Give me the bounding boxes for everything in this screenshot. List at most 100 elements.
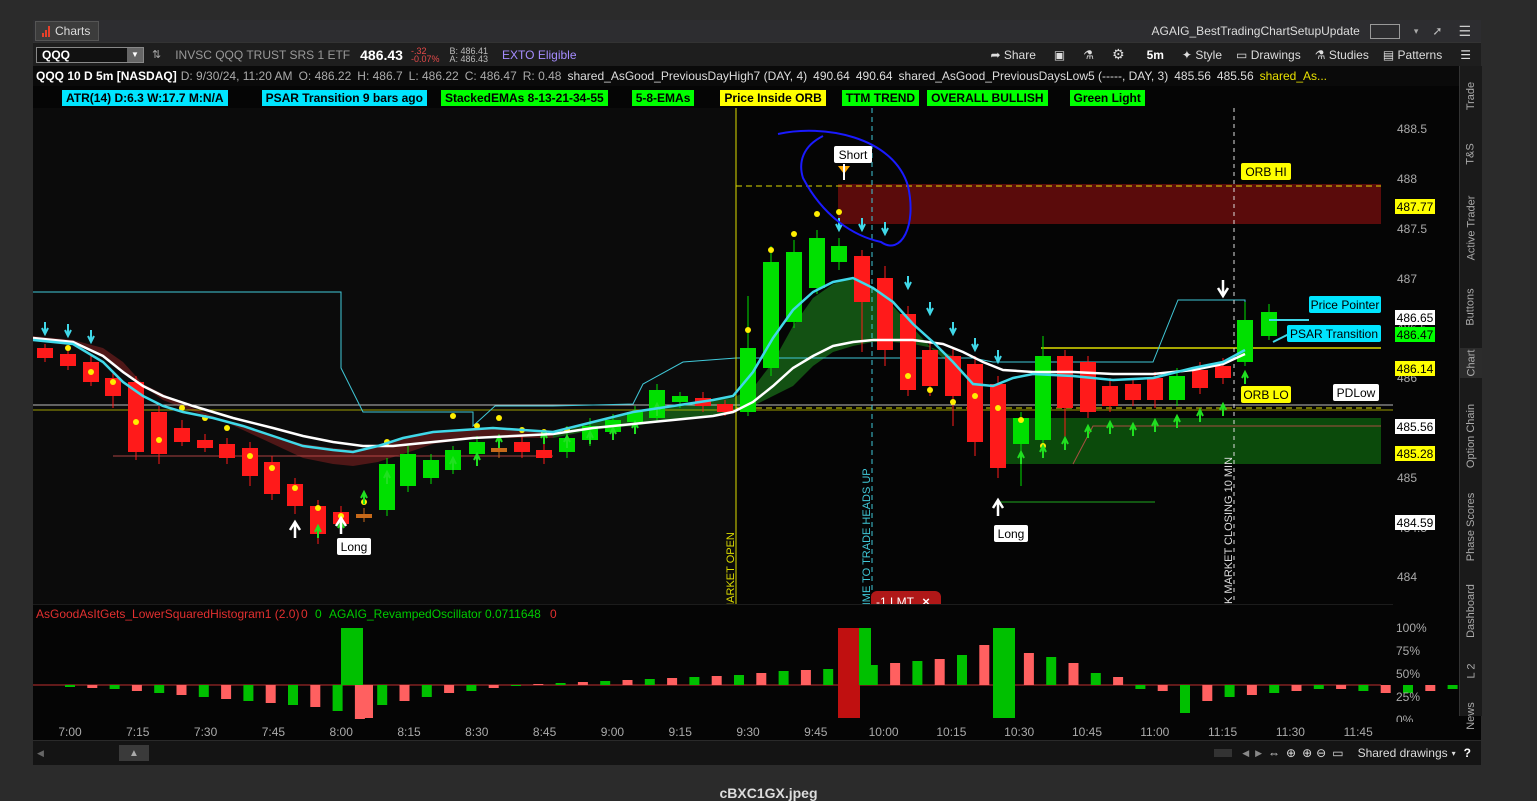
side-tab[interactable]: Trade <box>1460 74 1482 118</box>
symbol-input[interactable]: QQQ ▼ <box>36 46 144 63</box>
histogram-spike <box>838 685 860 718</box>
shared-drawings-dropdown-icon[interactable]: ▾ <box>1452 749 1456 758</box>
lower-study-2[interactable]: AGAIG_RevampedOscillator <box>329 607 482 621</box>
gear-icon[interactable]: ⚙ <box>1112 46 1125 63</box>
side-tab-label: Chart <box>1465 349 1477 377</box>
link-dropdown-icon[interactable]: ▾ <box>1414 26 1419 37</box>
scroll-to-end-icon[interactable]: ▲ <box>118 745 149 761</box>
psar-dot <box>269 465 275 471</box>
layout-name[interactable]: AGAIG_BestTradingChartSetupUpdate <box>1152 24 1360 38</box>
histogram-spike <box>859 628 871 685</box>
psar-transition-text: PSAR Transition <box>1290 327 1378 341</box>
side-tab-label: Phase Scores <box>1465 492 1478 562</box>
change-pct: -0.07% <box>410 53 440 64</box>
symbol-link-icon[interactable]: ⇅ <box>152 48 161 61</box>
zoom-out-icon[interactable]: ⊖ <box>1316 746 1326 760</box>
share-button[interactable]: ➦ Share <box>990 48 1035 62</box>
lower-study-1[interactable]: AsGoodAsItGets_LowerSquaredHistogram1 (2… <box>36 607 299 621</box>
layout-box[interactable] <box>1369 23 1400 39</box>
exto-eligible-link[interactable]: EXTO Eligible <box>502 48 576 62</box>
histogram-spike <box>363 685 373 718</box>
help-icon[interactable]: ? <box>1464 746 1471 760</box>
histogram-bar <box>778 671 789 685</box>
histogram-spike <box>993 685 1015 718</box>
price-tick: 488.5 <box>1397 122 1427 136</box>
image-caption: cBXC1GX.jpeg <box>719 785 818 801</box>
time-tick: 10:30 <box>1004 725 1034 739</box>
pan-left-icon[interactable]: ◀ <box>1242 748 1249 759</box>
lower-study-1-v2: 0 <box>315 607 322 621</box>
side-tab[interactable]: T&S <box>1460 136 1482 172</box>
candle <box>264 456 280 500</box>
long-signal-1: Long <box>337 538 371 555</box>
tab-charts[interactable]: Charts <box>35 21 100 41</box>
scroll-left-icon[interactable]: ◀ <box>37 748 44 759</box>
time-tick: 9:30 <box>736 725 760 739</box>
symbol-dropdown-icon[interactable]: ▼ <box>127 47 143 62</box>
pan-right-icon[interactable]: ▶ <box>1255 748 1262 759</box>
time-tick: 11:00 <box>1140 725 1169 739</box>
pin-icon[interactable]: ➚ <box>1432 24 1442 38</box>
time-tick: 10:45 <box>1072 725 1102 739</box>
style-label: Style <box>1195 47 1222 62</box>
shared-drawings-button[interactable]: Shared drawings <box>1358 746 1448 760</box>
charts-icon <box>42 25 50 37</box>
histogram-bar <box>800 670 811 685</box>
oscillator-tick: 75% <box>1396 644 1420 658</box>
oscillator-pane[interactable]: AsGoodAsItGets_LowerSquaredHistogram1 (2… <box>33 604 1459 729</box>
zoom-in-icon[interactable]: ⊕ <box>1302 746 1312 760</box>
studies-button[interactable]: ⚗ Studies <box>1315 48 1369 62</box>
side-tab[interactable]: Dashboard <box>1460 576 1482 646</box>
side-tab-label: Dashboard <box>1465 584 1478 638</box>
demand-zone <box>998 418 1381 464</box>
price-tick: 484 <box>1397 570 1417 584</box>
side-tab-label: Active Trader <box>1465 195 1477 261</box>
side-tab[interactable]: Chart <box>1460 348 1482 378</box>
long-label-1: Long <box>341 540 368 554</box>
style-button[interactable]: ✦ Style <box>1182 48 1222 62</box>
histogram-bar <box>87 685 98 688</box>
patterns-button[interactable]: ▤ Patterns <box>1383 48 1442 62</box>
title-bar: Charts AGAIG_BestTradingChartSetupUpdate… <box>33 20 1481 42</box>
histogram-bar <box>221 685 232 699</box>
price-pointer-text: Price Pointer <box>1311 298 1380 312</box>
side-tab[interactable]: Option Chain <box>1460 396 1482 476</box>
price-label: 486.14 <box>1395 361 1435 376</box>
histogram-bar <box>466 685 477 691</box>
histogram-bar <box>600 681 611 685</box>
histogram-bar <box>1113 677 1124 685</box>
snapshot-icon[interactable]: ▣ <box>1054 48 1065 62</box>
drawing-rect-icon[interactable]: ▭ <box>1332 746 1343 760</box>
histogram-bar <box>555 683 566 685</box>
menu-icon[interactable]: ☰ <box>1458 23 1471 40</box>
drawings-label: Drawings <box>1250 47 1301 62</box>
histogram-bar <box>288 685 298 705</box>
flask-icon[interactable]: ⚗ <box>1083 48 1094 62</box>
timeframe-button[interactable]: 5m <box>1147 48 1164 62</box>
histogram-bar <box>756 673 767 685</box>
side-tab[interactable]: Active Trader <box>1460 186 1482 270</box>
toolbar-menu-icon[interactable]: ☰ <box>1460 48 1471 62</box>
expand-horizontal-icon[interactable]: ⇔ <box>1268 746 1280 760</box>
side-tab[interactable]: L 2 <box>1460 656 1482 686</box>
candle <box>379 458 395 516</box>
drawings-button[interactable]: ▭ Drawings <box>1236 48 1301 62</box>
psar-dot <box>814 211 820 217</box>
psar-dot <box>836 209 842 215</box>
psar-dot <box>315 505 321 511</box>
psar-dot <box>745 327 751 333</box>
time-tick: 8:45 <box>533 725 557 739</box>
side-tab[interactable]: Buttons <box>1460 284 1482 330</box>
crosshair-icon[interactable]: ⊕ <box>1286 746 1296 760</box>
share-label: Share <box>1003 47 1036 62</box>
lower-study-2-v2: 0 <box>550 607 557 621</box>
side-tab[interactable]: News <box>1460 696 1482 736</box>
time-axis[interactable]: 7:00 7:15 7:30 7:45 8:00 8:15 8:30 8:45 9:00 9:15… <box>33 722 1459 740</box>
side-tab[interactable]: Phase Scores <box>1460 492 1482 562</box>
price-tick: 485 <box>1397 471 1417 485</box>
price-tick: 487 <box>1397 272 1417 286</box>
scrollbar-thumb[interactable] <box>1214 749 1233 757</box>
histogram-bar <box>912 661 923 685</box>
histogram-bar <box>667 678 678 685</box>
time-tick: 10:00 <box>869 725 899 739</box>
